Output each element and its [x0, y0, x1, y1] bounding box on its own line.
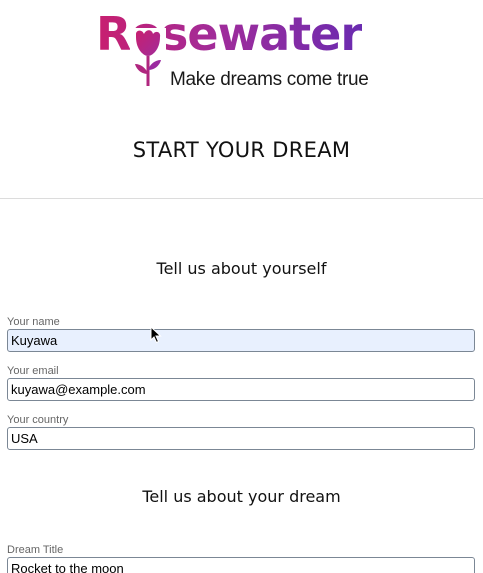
country-input[interactable] [7, 427, 475, 450]
email-field: Your email [7, 365, 475, 401]
signup-page: Rosewater Make dreams come true START YO… [0, 0, 483, 573]
dream-title-input[interactable] [7, 557, 475, 573]
name-field: Your name [7, 316, 475, 352]
country-field: Your country [7, 414, 475, 450]
header-divider [0, 198, 483, 199]
dream-title-field: Dream Title [7, 544, 475, 573]
email-input[interactable] [7, 378, 475, 401]
mouse-cursor-icon [150, 326, 162, 344]
dream-title-field-label: Dream Title [7, 544, 64, 556]
section-heading-about-dream: Tell us about your dream [142, 487, 341, 506]
brand-logo[interactable]: Rosewater Make dreams come true [96, 8, 396, 90]
page-title: START YOUR DREAM [132, 138, 351, 162]
name-field-label: Your name [7, 316, 60, 328]
country-field-label: Your country [7, 414, 69, 426]
name-input[interactable] [7, 329, 475, 352]
brand-tagline: Make dreams come true [170, 69, 369, 90]
email-field-label: Your email [7, 365, 59, 377]
rose-icon [130, 28, 166, 86]
section-heading-about-you: Tell us about yourself [156, 259, 327, 278]
